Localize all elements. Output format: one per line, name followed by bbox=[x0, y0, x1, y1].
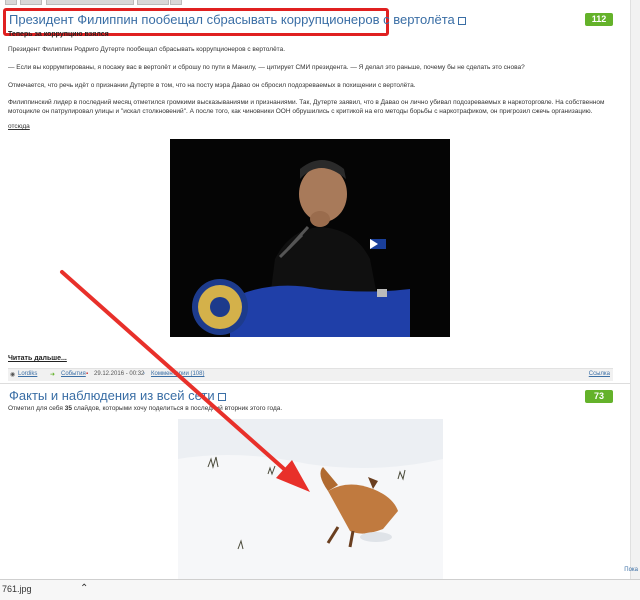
vertical-scrollbar[interactable] bbox=[630, 0, 640, 579]
post1-paragraph-4: Филиппинский лидер в последний месяц отм… bbox=[8, 99, 605, 115]
post1-author-link[interactable]: Lordiks bbox=[18, 371, 37, 377]
post2-intro-count: 35 bbox=[64, 405, 72, 412]
download-filename[interactable]: 761.jpg bbox=[2, 584, 32, 594]
post1-title[interactable]: Президент Филиппин пообещал сбрасывать к… bbox=[9, 12, 466, 27]
calendar-icon: ▪ bbox=[86, 371, 89, 377]
post2-rating-badge: 73 bbox=[585, 390, 613, 403]
post1-paragraph-3: Отмечается, что речь идёт о признании Ду… bbox=[8, 82, 416, 89]
post1-photo[interactable] bbox=[170, 139, 450, 337]
post2-share-link[interactable]: Пока bbox=[624, 567, 638, 573]
speaker-illustration bbox=[170, 139, 450, 337]
download-bar: 761.jpg ⌃ bbox=[0, 579, 640, 600]
post1-read-more-link[interactable]: Читать дальше... bbox=[8, 355, 67, 362]
post1-source-link[interactable]: отсюда bbox=[8, 123, 30, 130]
post1-meta-bar: ◉ Lordiks ➜ События ▪ 29.12.2016 - 00:32… bbox=[8, 368, 613, 381]
comment-icon: ▫ bbox=[143, 371, 146, 377]
chevron-up-icon[interactable]: ⌃ bbox=[80, 583, 88, 594]
post1-paragraph-2: — Если вы коррумпированы, я посажу вас в… bbox=[8, 64, 525, 71]
post2-title-text[interactable]: Факты и наблюдения из всей сети bbox=[9, 388, 215, 403]
post2-intro-end: слайдов, которыми хочу поделиться в посл… bbox=[71, 405, 283, 412]
post2-intro-start: Отметил для себя bbox=[8, 405, 65, 412]
post1-subheading: Теперь за коррупцию взялся bbox=[8, 31, 109, 38]
post1-title-text[interactable]: Президент Филиппин пообещал сбрасывать к… bbox=[9, 12, 455, 27]
post1-comments-link[interactable]: Комментарии (108) bbox=[151, 371, 204, 377]
external-link-icon[interactable] bbox=[457, 16, 466, 25]
post2-intro: Отметил для себя 35 слайдов, которыми хо… bbox=[8, 404, 613, 413]
post1-paragraph-1: Президент Филиппин Родриго Дутерте пообе… bbox=[8, 46, 286, 53]
post1-share-link[interactable]: Ссылка bbox=[589, 371, 610, 377]
top-tab-strip bbox=[0, 0, 640, 6]
user-icon: ◉ bbox=[10, 372, 16, 378]
post1-category-link[interactable]: События bbox=[61, 371, 86, 377]
post2-photo[interactable] bbox=[178, 419, 443, 579]
external-link-icon[interactable] bbox=[217, 392, 226, 401]
arrow-right-icon: ➜ bbox=[50, 372, 56, 378]
post1-date: 29.12.2016 - 00:32 bbox=[94, 371, 145, 377]
post1-rating-badge: 112 bbox=[585, 13, 613, 26]
post2-title[interactable]: Факты и наблюдения из всей сети bbox=[9, 388, 226, 403]
post-divider bbox=[0, 383, 630, 384]
fox-in-snow-illustration bbox=[178, 419, 443, 579]
